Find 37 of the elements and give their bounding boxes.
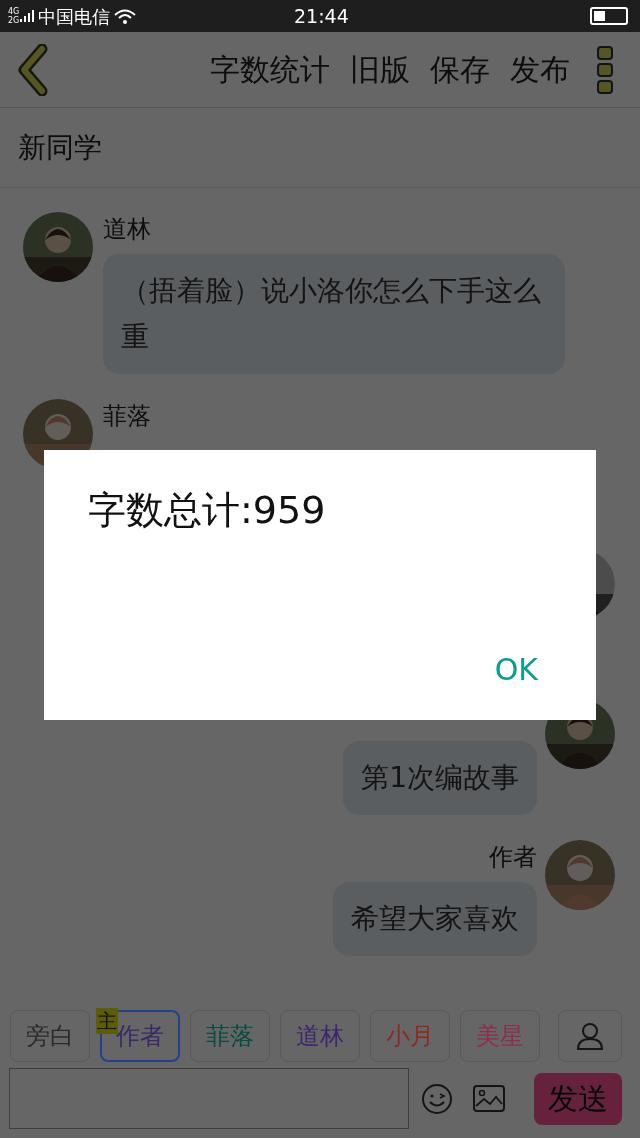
wifi-icon [114, 7, 137, 25]
image-icon [473, 1085, 505, 1112]
toolbar-action[interactable]: 字数统计 [210, 54, 330, 85]
more-icon [596, 44, 614, 95]
role-chip[interactable]: 小月 [370, 1010, 450, 1062]
smiley-icon [421, 1082, 453, 1115]
network-label: 4G [8, 7, 20, 16]
role-chip[interactable]: 美星 [460, 1010, 540, 1062]
clock: 21:44 [294, 3, 349, 29]
role-chip[interactable]: 旁白 [10, 1010, 90, 1062]
signal-icon [20, 9, 35, 23]
back-icon [16, 43, 48, 96]
message-bubble: （捂着脸）说小洛你怎么下手这么重 [103, 254, 565, 374]
message-bubble: 希望大家喜欢 [333, 882, 537, 956]
sender-name: 菲落 [103, 401, 151, 432]
carrier-name: 中国电信 [38, 4, 111, 29]
more-button[interactable] [596, 44, 614, 95]
toolbar-action[interactable]: 旧版 [350, 54, 410, 85]
emoji-button[interactable] [421, 1082, 453, 1115]
image-button[interactable] [473, 1085, 505, 1112]
role-chip[interactable]: 菲落 [190, 1010, 270, 1062]
sender-name: 道林 [103, 214, 151, 245]
battery-icon [590, 7, 628, 25]
network-label: 2G [8, 16, 20, 25]
sender-name: 作者 [489, 842, 537, 873]
message-input[interactable] [9, 1068, 409, 1129]
send-button[interactable]: 发送 [534, 1072, 622, 1125]
character-button[interactable] [558, 1010, 622, 1062]
ok-button[interactable]: OK [494, 647, 538, 692]
message-bubble: 第1次编故事 [343, 741, 537, 815]
toolbar-action[interactable]: 发布 [510, 54, 570, 85]
chat-title: 新同学 [18, 129, 102, 166]
lead-badge: 主 [96, 1008, 118, 1034]
dialog-message: 字数总计:959 [88, 487, 326, 534]
role-chip[interactable]: 道林 [280, 1010, 360, 1062]
toolbar-action[interactable]: 保存 [430, 54, 490, 85]
person-icon [576, 1021, 604, 1051]
